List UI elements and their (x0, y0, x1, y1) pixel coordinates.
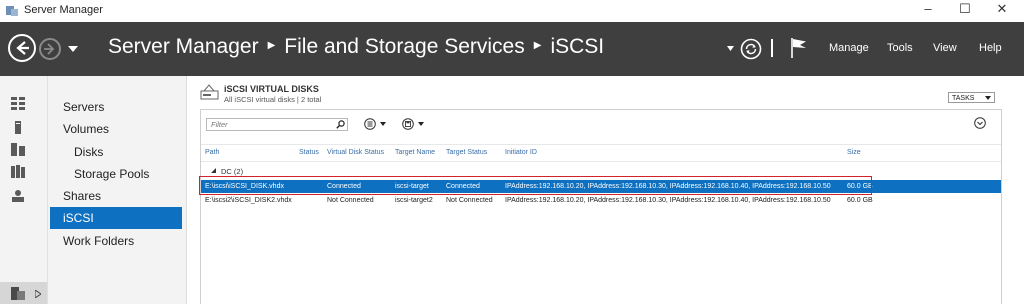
cell-initiator-id: IPAddress:192.168.10.20, IPAddress:192.1… (505, 197, 831, 204)
all-servers-icon[interactable] (11, 143, 25, 156)
manage-menu[interactable]: Manage (829, 42, 869, 54)
dashboard-icon[interactable] (11, 97, 25, 110)
maximize-button[interactable]: ☐ (947, 0, 983, 20)
breadcrumb-page: iSCSI (550, 35, 605, 58)
breadcrumb-separator-icon: ▶ (267, 39, 276, 51)
save-query-icon[interactable] (402, 118, 414, 130)
file-services-icon[interactable] (11, 165, 25, 178)
breadcrumb-root[interactable]: Server Manager (108, 35, 259, 58)
chevron-down-icon[interactable] (380, 122, 386, 126)
header-bar: Server Manager ▶ File and Storage Services… (0, 22, 1024, 76)
iscsi-disk-tile-icon (200, 84, 219, 100)
filter-placeholder: Filter (211, 120, 228, 129)
role-server-icon[interactable] (11, 189, 25, 202)
iscsi-virtual-disks-panel: Filter Path Status Virtual Disk Status T… (200, 109, 1002, 304)
tasks-dropdown[interactable]: TASKS (948, 92, 995, 103)
dropdown-arrow-icon[interactable] (727, 46, 734, 51)
forward-arrow-icon (44, 43, 55, 55)
breadcrumb: Server Manager ▶ File and Storage Services… (108, 35, 604, 59)
column-header-virtual-disk-status[interactable]: Virtual Disk Status (327, 149, 384, 156)
expand-collapse-icon[interactable] (974, 117, 986, 129)
tools-menu[interactable]: Tools (887, 42, 913, 54)
back-button[interactable] (8, 34, 36, 62)
table-row[interactable]: E:\iscsi2\iSCSI_DISK2.vhdx Not Connected… (201, 194, 1001, 207)
tasks-label: TASKS (952, 95, 975, 102)
chevron-down-icon (985, 96, 991, 100)
file-and-storage-services-icon[interactable] (11, 287, 25, 300)
nav-item-iscsi[interactable]: iSCSI (50, 207, 182, 229)
notifications-flag-icon[interactable] (790, 37, 808, 59)
nav-item-volumes[interactable]: Volumes (50, 118, 182, 140)
column-header-path[interactable]: Path (205, 149, 219, 156)
nav-item-shares[interactable]: Shares (50, 185, 182, 207)
expand-arrow-icon[interactable] (35, 290, 41, 298)
refresh-icon[interactable] (740, 38, 762, 60)
title-bar: Server Manager – ☐ ✕ (0, 0, 1024, 23)
chevron-down-icon[interactable] (418, 122, 424, 126)
nav-item-work-folders[interactable]: Work Folders (50, 230, 182, 252)
tile-title: iSCSI VIRTUAL DISKS (224, 84, 319, 94)
column-header-row (201, 144, 1001, 162)
window-title: Server Manager (24, 4, 103, 16)
nav-item-servers[interactable]: Servers (50, 96, 182, 118)
cell-vd-status: Not Connected (327, 197, 374, 204)
highlight-frame (199, 176, 872, 195)
back-arrow-icon (16, 41, 29, 55)
view-menu[interactable]: View (933, 42, 957, 54)
tile-subtitle: All iSCSI virtual disks | 2 total (224, 95, 322, 104)
minimize-button[interactable]: – (910, 0, 946, 20)
icon-sidebar (0, 76, 48, 304)
column-header-size[interactable]: Size (847, 149, 861, 156)
search-icon[interactable] (336, 120, 345, 129)
nav-item-storage-pools[interactable]: Storage Pools (50, 163, 182, 185)
cell-target-name: iscsi-target2 (395, 197, 433, 204)
group-header: DC (2) (221, 167, 244, 176)
filter-input[interactable]: Filter (206, 118, 348, 131)
server-manager-app-icon (6, 6, 18, 16)
nav-item-disks[interactable]: Disks (50, 141, 182, 163)
help-menu[interactable]: Help (979, 42, 1002, 54)
breadcrumb-section[interactable]: File and Storage Services (284, 35, 524, 58)
content-pane: iSCSI VIRTUAL DISKS All iSCSI virtual di… (187, 76, 1024, 304)
history-dropdown-icon[interactable] (68, 46, 78, 52)
cell-size: 60.0 GB (847, 197, 873, 204)
group-collapse-icon[interactable] (211, 168, 216, 173)
local-server-icon[interactable] (11, 121, 25, 134)
navigation-pane: Servers Volumes Disks Storage Pools Shar… (48, 76, 187, 304)
filter-options-icon[interactable] (364, 118, 376, 130)
breadcrumb-separator-icon: ▶ (533, 39, 542, 51)
column-header-status[interactable]: Status (299, 149, 319, 156)
column-header-initiator-id[interactable]: Initiator ID (505, 149, 537, 156)
column-header-target-name[interactable]: Target Name (395, 149, 435, 156)
divider (771, 39, 773, 57)
cell-path: E:\iscsi2\iSCSI_DISK2.vhdx (205, 197, 292, 204)
column-header-target-status[interactable]: Target Status (446, 149, 487, 156)
forward-button[interactable] (39, 38, 61, 60)
close-button[interactable]: ✕ (984, 0, 1020, 20)
cell-target-status: Not Connected (446, 197, 493, 204)
